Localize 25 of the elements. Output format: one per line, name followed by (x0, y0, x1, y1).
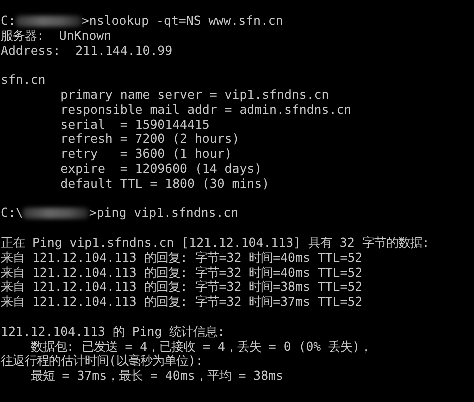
command-line: >nslookup -qt=NS www.sfn.cn (82, 14, 284, 29)
prompt-drive: C:\ (1, 206, 24, 222)
output-line: 来自 121.12.104.113 的回复: 字节=32 时间=40ms TTL=52 (1, 250, 363, 266)
output-line: expire = 1209600 (14 days) (60, 162, 262, 177)
output-line: 121.12.104.113 的 Ping 统计信息: (1, 324, 226, 340)
output-line: 正在 Ping vip1.sfndns.cn [121.12.104.113] 具有 32 字节的数据: (1, 236, 430, 251)
output-line: 数据包: 已发送 = 4，已接收 = 4，丢失 = 0 (0% 丢失)， (30, 340, 372, 354)
output-line: 服务器: UnKnown (1, 28, 112, 44)
output-line: 往返行程的估计时间(以毫秒为单位): (1, 354, 204, 370)
output-line: refresh = 7200 (2 hours) (60, 132, 240, 148)
output-line: Address: 211.144.10.99 (1, 44, 173, 58)
command-line: >ping vip1.sfndns.cn (89, 206, 239, 222)
output-line: 来自 121.12.104.113 的回复: 字节=32 时间=38ms TTL=52 (1, 280, 363, 296)
output-line: retry = 3600 (1 hour) (60, 147, 232, 162)
output-line: responsible mail addr = admin.sfndns.cn (60, 102, 352, 118)
output-line: default TTL = 1800 (30 mins) (60, 176, 270, 192)
output-line: primary name server = vip1.sfndns.cn (60, 88, 330, 103)
blurred-path (16, 16, 82, 27)
prompt-drive: C: (1, 14, 16, 29)
output-line: sfn.cn (1, 73, 46, 88)
output-line: 来自 121.12.104.113 的回复: 字节=32 时间=37ms TTL=52 (1, 295, 363, 310)
output-line: 最短 = 37ms，最长 = 40ms，平均 = 38ms (30, 369, 284, 384)
output-line: 来自 121.12.104.113 的回复: 字节=32 时间=40ms TTL=52 (1, 266, 363, 280)
blurred-path (23, 208, 90, 220)
output-line: serial = 1590144415 (60, 118, 210, 132)
